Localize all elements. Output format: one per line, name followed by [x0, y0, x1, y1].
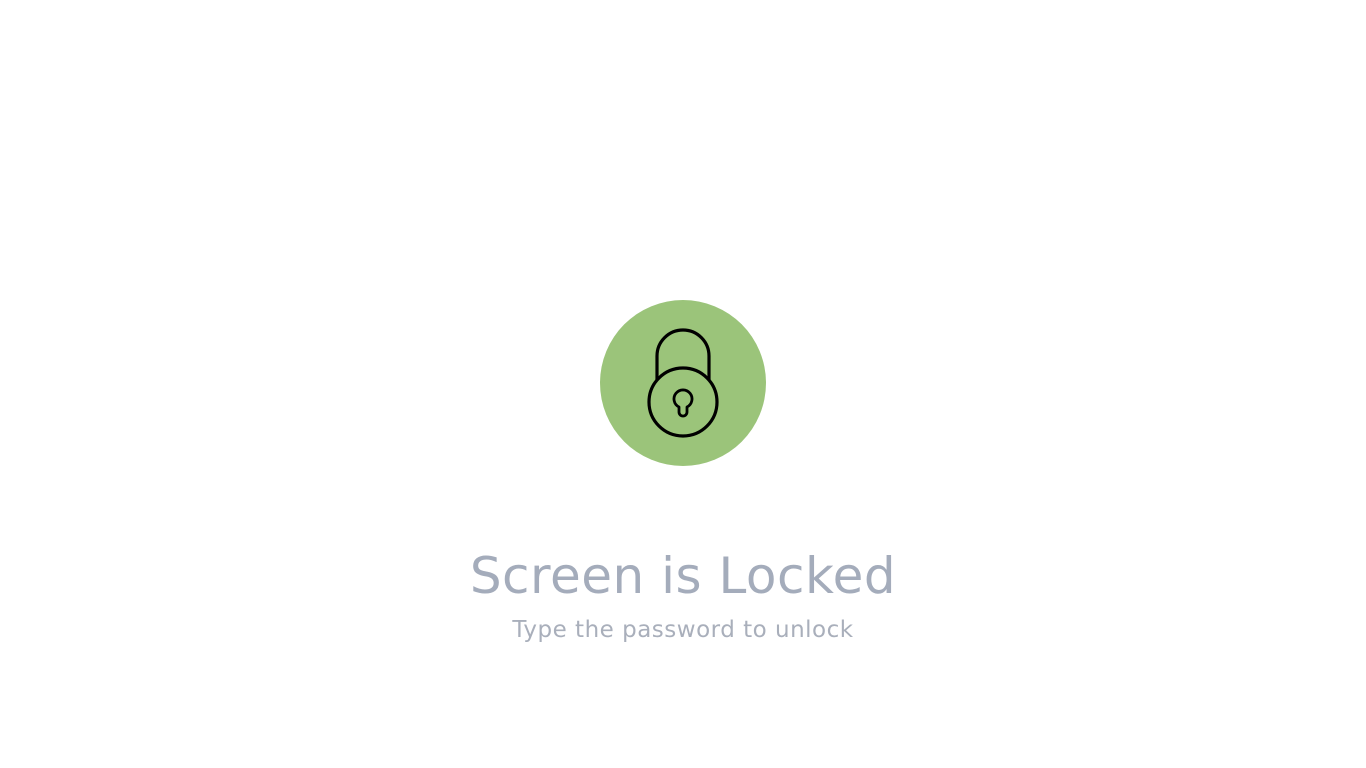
- lock-screen: Screen is Locked Type the password to un…: [0, 0, 1366, 768]
- lock-subtitle: Type the password to unlock: [512, 617, 854, 643]
- lock-icon-circle: [600, 300, 766, 466]
- lock-title: Screen is Locked: [469, 547, 897, 605]
- padlock-icon: [647, 328, 719, 438]
